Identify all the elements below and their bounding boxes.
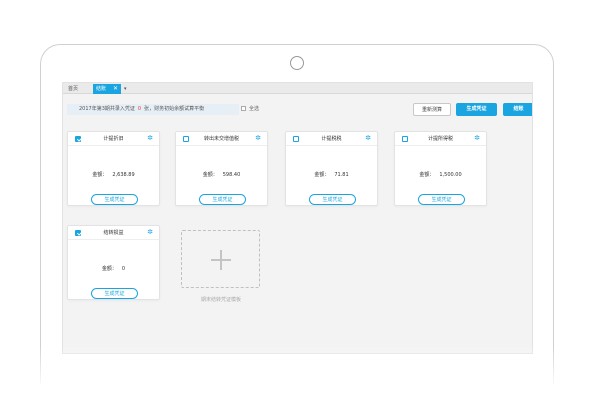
amount-label: 金额： [202,172,218,178]
amount-label: 金额： [92,172,108,178]
card-amount: 金额： 0 [68,265,159,272]
card-amount: 金额： 2,638.89 [68,171,159,178]
card-title: 计提税税 [321,136,342,142]
card-amount: 金额： 598.40 [176,171,267,178]
amount-value: 71.81 [334,172,349,178]
close-icon[interactable]: ✕ [113,84,118,94]
amount-label: 金额： [419,172,435,178]
card-title: 结转损益 [103,230,124,236]
select-all-checkbox[interactable]: 全选 [241,105,259,114]
checkbox-icon [241,106,246,111]
card-income-tax: 计提所得税 ✲ 金额： 1,500.00 生成凭证 [394,131,487,206]
gear-icon[interactable]: ✲ [365,134,371,143]
recalculate-button[interactable]: 重新测算 [413,103,451,116]
add-template-tile[interactable] [181,230,260,288]
card-amount: 金额： 71.81 [286,171,377,178]
card-generate-button[interactable]: 生成凭证 [418,194,465,205]
generate-voucher-button[interactable]: 生成凭证 [456,103,497,116]
amount-value: 598.40 [222,172,241,178]
close-period-button[interactable]: 结账 [503,103,532,116]
gear-icon[interactable]: ✲ [147,134,153,143]
amount-value: 1,500.00 [439,172,462,178]
chevron-down-icon[interactable]: ▾ [121,84,129,94]
amount-value: 2,638.89 [112,172,135,178]
card-depreciation: 计提折旧 ✲ 金额： 2,638.89 生成凭证 [67,131,160,206]
voucher-count: 0 [137,106,142,112]
tab-home[interactable]: 首页 [65,84,81,94]
card-checkbox[interactable] [183,136,189,142]
card-vat-transfer: 转出未交增值税 ✲ 金额： 598.40 生成凭证 [175,131,268,206]
amount-label: 金额： [101,266,117,272]
tab-closing-label: 结账 [96,86,107,92]
tab-closing[interactable]: 结账 ✕ [93,84,121,94]
camera-icon [290,56,304,70]
card-checkbox[interactable] [75,230,81,236]
info-suffix: 张，财务初始余额试算平衡 [144,106,205,112]
card-generate-button[interactable]: 生成凭证 [199,194,246,205]
card-header: 计提所得税 ✲ [395,132,486,146]
select-all-label: 全选 [249,106,260,112]
amount-value: 0 [121,266,126,272]
card-title: 计提折旧 [103,136,124,142]
plus-icon [220,250,222,270]
card-generate-button[interactable]: 生成凭证 [91,194,138,205]
card-checkbox[interactable] [293,136,299,142]
card-amount: 金额： 1,500.00 [395,171,486,178]
add-template-label: 期末结转凭证模板 [200,297,241,303]
card-checkbox[interactable] [402,136,408,142]
card-generate-button[interactable]: 生成凭证 [91,288,138,299]
card-generate-button[interactable]: 生成凭证 [309,194,356,205]
card-checkbox[interactable] [75,136,81,142]
app-screen: 首页 结账 ✕ ▾ 2017年第3期共录入凭证 0 张，财务初始余额试算平衡 全选 … [62,82,533,354]
amount-label: 金额： [314,172,330,178]
card-title: 计提所得税 [427,136,453,142]
period-info: 2017年第3期共录入凭证 0 张，财务初始余额试算平衡 [67,104,239,115]
card-header: 转出未交增值税 ✲ [176,132,267,146]
gear-icon[interactable]: ✲ [474,134,480,143]
card-tax-accrual: 计提税税 ✲ 金额： 71.81 生成凭证 [285,131,378,206]
card-header: 结转损益 ✲ [68,226,159,240]
tab-bar: 首页 结账 ✕ ▾ [63,83,532,94]
gear-icon[interactable]: ✲ [255,134,261,143]
card-header: 计提折旧 ✲ [68,132,159,146]
card-header: 计提税税 ✲ [286,132,377,146]
card-profit-loss-transfer: 结转损益 ✲ 金额： 0 生成凭证 [67,225,160,300]
info-prefix: 2017年第3期共录入凭证 [79,106,135,112]
gear-icon[interactable]: ✲ [147,228,153,237]
card-title: 转出未交增值税 [203,136,239,142]
